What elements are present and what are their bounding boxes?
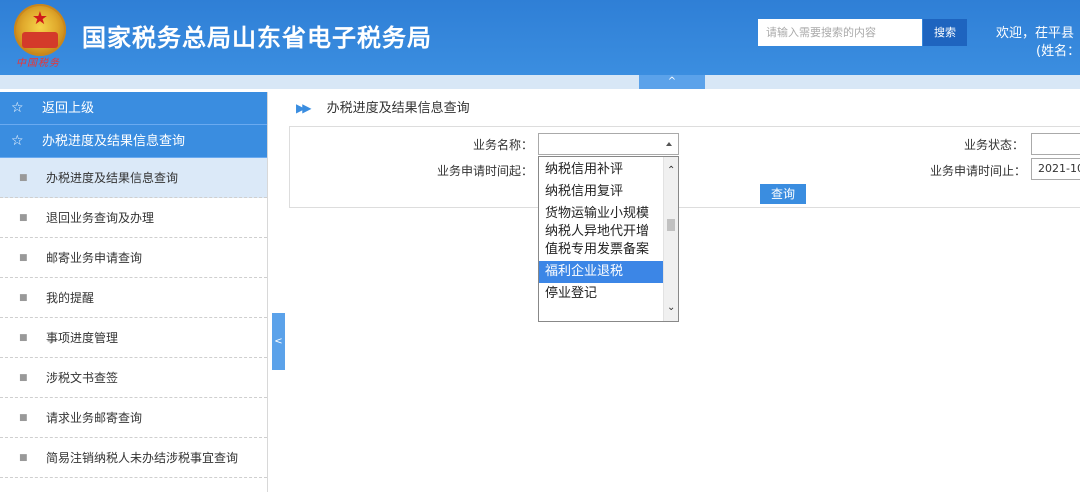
sidebar-item-deregistration-query[interactable]: ■ 简易注销纳税人未办结涉税事宜查询 [0,438,267,478]
sidebar-item-label: 退回业务查询及办理 [46,211,155,225]
chevron-left-icon[interactable]: < [272,313,285,370]
star-outline-icon: ☆ [11,100,24,116]
business-name-select[interactable] [538,133,679,155]
dropdown-option-selected[interactable]: 福利企业退税 [539,261,664,283]
sidebar-item-progress-query[interactable]: ■ 办税进度及结果信息查询 [0,158,267,198]
welcome-text: 欢迎，茌平县 [996,26,1075,41]
sidebar-item-label: 邮寄业务申请查询 [46,251,143,265]
sidebar-item-label: 办税进度及结果信息查询 [42,134,186,149]
sidebar-item-request-mail-query[interactable]: ■ 请求业务邮寄查询 [0,398,267,438]
query-button[interactable]: 查询 [760,184,806,204]
bullet-icon: ■ [19,213,28,223]
breadcrumb-label: 办税进度及结果信息查询 [326,101,470,116]
apply-start-label: 业务申请时间起： [437,164,534,178]
sidebar-item-tax-documents[interactable]: ■ 涉税文书查签 [0,358,267,398]
scroll-down-icon[interactable]: ⌄ [667,302,675,313]
double-arrow-icon: ▶▶ [296,101,312,115]
dropdown-scrollbar[interactable]: ⌃ ⌄ [663,157,678,321]
bullet-icon: ■ [19,453,28,463]
business-name-dropdown[interactable]: 纳税信用补评 纳税信用复评 货物运输业小规模纳税人异地代开增值税专用发票备案 福… [538,156,679,322]
sidebar: ☆ 返回上级 ☆ 办税进度及结果信息查询 ■ 办税进度及结果信息查询 ■ 退回业… [0,92,268,492]
dropdown-option-list: 纳税信用补评 纳税信用复评 货物运输业小规模纳税人异地代开增值税专用发票备案 福… [539,157,664,305]
user-name-label: (姓名： [1036,44,1080,59]
tax-emblem-logo: ★ [14,4,66,56]
dropdown-option[interactable]: 停业登记 [539,283,664,305]
bullet-icon: ■ [19,173,28,183]
dropdown-option[interactable]: 纳税信用复评 [539,181,664,203]
chevron-up-icon[interactable]: ^ [639,75,705,89]
bullet-icon: ■ [19,413,28,423]
search-button[interactable]: 搜索 [923,19,967,46]
dropdown-option[interactable]: 纳税信用补评 [539,159,664,181]
sidebar-item-mail-apply-query[interactable]: ■ 邮寄业务申请查询 [0,238,267,278]
business-status-label: 业务状态： [964,138,1025,152]
sidebar-item-label: 涉税文书查签 [46,371,119,385]
sidebar-item-label: 事项进度管理 [46,331,119,345]
sidebar-item-label: 我的提醒 [46,291,95,305]
bullet-icon: ■ [19,373,28,383]
dropdown-option[interactable]: 货物运输业小规模纳税人异地代开增值税专用发票备案 [539,203,664,261]
sidebar-item-label: 返回上级 [42,101,95,116]
search-input[interactable] [758,19,922,46]
apply-end-label: 业务申请时间止： [930,164,1027,178]
header-divider [0,75,1080,89]
sidebar-item-reminders[interactable]: ■ 我的提醒 [0,278,267,318]
sidebar-item-progress-management[interactable]: ■ 事项进度管理 [0,318,267,358]
sidebar-item-label: 请求业务邮寄查询 [46,411,143,425]
sidebar-item-back[interactable]: ☆ 返回上级 [0,92,267,125]
star-outline-icon: ☆ [11,133,24,149]
sidebar-item-return-query[interactable]: ■ 退回业务查询及办理 [0,198,267,238]
emblem-caption: 中国税务 [16,58,60,69]
business-status-select[interactable] [1031,133,1080,155]
sidebar-group-progress-query[interactable]: ☆ 办税进度及结果信息查询 [0,125,267,158]
scroll-up-icon[interactable]: ⌃ [667,165,675,176]
bullet-icon: ■ [19,253,28,263]
bullet-icon: ■ [19,293,28,303]
star-icon: ★ [31,8,49,29]
site-title: 国家税务总局山东省电子税务局 [82,24,432,52]
chevron-up-icon [666,142,672,146]
apply-end-date-field[interactable]: 2021-10- [1031,158,1080,180]
business-name-label: 业务名称： [473,138,534,152]
breadcrumb: ▶▶ 办税进度及结果信息查询 [296,96,470,120]
top-header: ★ 中国税务 国家税务总局山东省电子税务局 搜索 欢迎，茌平县 (姓名： [0,0,1080,75]
scrollbar-thumb[interactable] [667,219,675,231]
sidebar-item-label: 简易注销纳税人未办结涉税事宜查询 [46,451,239,465]
sidebar-item-label: 办税进度及结果信息查询 [46,171,179,185]
bullet-icon: ■ [19,333,28,343]
